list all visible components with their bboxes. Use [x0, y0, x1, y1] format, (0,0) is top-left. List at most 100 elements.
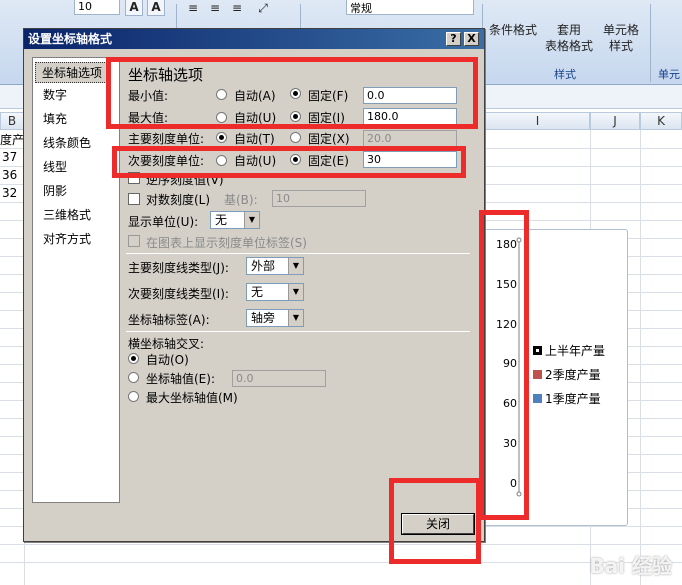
cross-auto-radio[interactable]: [128, 353, 139, 364]
min-fixed-radio[interactable]: [290, 88, 301, 99]
styles-group-label: 样式: [554, 68, 576, 81]
major-unit-label: 主要刻度单位:: [128, 132, 205, 146]
close-button[interactable]: 关闭: [401, 513, 475, 535]
cross-value-radio[interactable]: [128, 372, 139, 383]
orientation-icon[interactable]: ⤢: [252, 0, 274, 16]
nav-line-style[interactable]: 线型: [43, 158, 67, 175]
major-tick-type-select[interactable]: 外部 ▼: [246, 257, 304, 275]
align-left-icon[interactable]: ≡: [184, 0, 202, 16]
min-fixed-label: 固定(F): [308, 89, 349, 103]
format-axis-dialog: 设置坐标轴格式 ? X 坐标轴选项 数字 填充 线条颜色 线型 阴影 三维格式 …: [23, 28, 485, 542]
max-fixed-radio[interactable]: [290, 111, 301, 122]
table-format-label-1: 套用: [556, 23, 581, 37]
table-format-button[interactable]: 套用 表格格式: [544, 22, 594, 54]
separator: [126, 331, 470, 332]
dialog-titlebar[interactable]: 设置坐标轴格式 ? X: [24, 29, 484, 49]
min-value-input[interactable]: 0.0: [363, 87, 457, 104]
minor-fixed-label: 固定(E): [308, 154, 349, 168]
minor-auto-radio[interactable]: [216, 155, 227, 166]
chevron-down-icon[interactable]: ▼: [244, 212, 259, 228]
display-unit-value: 无: [215, 213, 228, 227]
legend-item[interactable]: 1季度产量: [533, 390, 601, 407]
grow-font-button[interactable]: A: [125, 0, 143, 16]
cross-value-input[interactable]: 0.0: [232, 370, 326, 387]
axis-labels-select[interactable]: 轴旁 ▼: [246, 309, 304, 327]
conditional-format-button[interactable]: 条件格式: [486, 22, 540, 38]
show-unit-checkbox[interactable]: [128, 235, 140, 247]
nav-line-color[interactable]: 线条颜色: [43, 134, 91, 151]
minor-value-input[interactable]: 30: [363, 151, 457, 168]
cross-value-label: 坐标轴值(E):: [146, 372, 215, 386]
nav-fill[interactable]: 填充: [43, 110, 67, 127]
chevron-down-icon[interactable]: ▼: [288, 284, 303, 300]
help-button[interactable]: ?: [446, 32, 461, 46]
nav-axis-options[interactable]: 坐标轴选项: [35, 62, 110, 83]
panel-title: 坐标轴选项: [128, 66, 204, 84]
gridline: [0, 562, 682, 563]
axis-labels-label: 坐标轴标签(A):: [128, 313, 210, 327]
log-scale-checkbox[interactable]: [128, 193, 140, 205]
max-label: 最大值:: [128, 111, 169, 125]
legend-item[interactable]: 上半年产量: [533, 342, 605, 359]
axis-tick-label: 180: [496, 238, 517, 251]
min-label: 最小值:: [128, 89, 169, 103]
font-size-select[interactable]: 10: [74, 0, 120, 15]
cell-style-label-1: 单元格: [602, 23, 639, 37]
major-fixed-radio[interactable]: [290, 132, 301, 143]
major-auto-radio[interactable]: [216, 132, 227, 143]
base-value-input[interactable]: 10: [272, 190, 366, 207]
legend-swatch: [533, 346, 542, 355]
display-unit-select[interactable]: 无 ▼: [210, 211, 260, 229]
nav-3d-format[interactable]: 三维格式: [43, 206, 91, 223]
align-right-icon[interactable]: ≡: [228, 0, 246, 16]
axis-tick-label: 150: [496, 277, 517, 291]
separator: [126, 253, 470, 254]
column-header-j[interactable]: J: [590, 112, 640, 130]
reverse-label: 逆序刻度值(V): [146, 173, 224, 187]
max-fixed-label: 固定(I): [308, 111, 345, 125]
axis-tick-label: 120: [496, 317, 517, 331]
nav-alignment[interactable]: 对齐方式: [43, 230, 91, 247]
nav-shadow[interactable]: 阴影: [43, 182, 67, 199]
axis-handle[interactable]: [516, 237, 522, 243]
cell-b1: 度产: [0, 133, 25, 147]
reverse-checkbox[interactable]: [128, 172, 140, 184]
axis-labels-value: 轴旁: [251, 311, 276, 325]
column-header-i[interactable]: I: [485, 112, 590, 130]
min-auto-radio[interactable]: [216, 89, 227, 100]
close-icon[interactable]: X: [464, 32, 479, 46]
cell-style-button[interactable]: 单元格 样式: [598, 22, 644, 54]
chevron-down-icon[interactable]: ▼: [288, 310, 303, 326]
gridline: [640, 130, 641, 585]
major-value-input[interactable]: 20.0: [363, 130, 457, 147]
align-center-icon[interactable]: ≡: [206, 0, 224, 16]
cell-b3: 36: [2, 168, 18, 182]
minor-unit-label: 次要刻度单位:: [128, 154, 205, 168]
column-header-b[interactable]: B: [0, 112, 24, 130]
dialog-title: 设置坐标轴格式: [28, 32, 113, 46]
display-unit-label: 显示单位(U):: [128, 215, 199, 229]
axis-tick-label: 90: [503, 357, 517, 371]
legend-swatch: [533, 394, 542, 403]
max-auto-label: 自动(U): [234, 111, 277, 125]
cross-max-label: 最大坐标轴值(M): [146, 391, 238, 405]
axis-handle[interactable]: [516, 491, 522, 497]
nav-number[interactable]: 数字: [43, 86, 67, 103]
minor-auto-label: 自动(U): [234, 154, 277, 168]
column-header-k[interactable]: K: [640, 112, 682, 130]
axis-tick-label: 30: [503, 437, 517, 450]
gridline: [0, 544, 682, 545]
chevron-down-icon[interactable]: ▼: [288, 258, 303, 274]
show-unit-label: 在图表上显示刻度单位标签(S): [146, 236, 307, 250]
max-value-input[interactable]: 180.0: [363, 108, 457, 125]
legend-item[interactable]: 2季度产量: [533, 366, 601, 383]
shrink-font-button[interactable]: A: [147, 0, 165, 16]
minor-tick-type-select[interactable]: 无 ▼: [246, 283, 304, 301]
minor-fixed-radio[interactable]: [290, 154, 301, 165]
cross-auto-label: 自动(O): [146, 353, 189, 367]
minor-tick-type-label: 次要刻度线类型(I):: [128, 287, 229, 301]
cross-max-radio[interactable]: [128, 391, 139, 402]
max-auto-radio[interactable]: [216, 112, 227, 123]
number-format-select[interactable]: 常规: [346, 0, 474, 15]
major-auto-label: 自动(T): [234, 132, 275, 146]
